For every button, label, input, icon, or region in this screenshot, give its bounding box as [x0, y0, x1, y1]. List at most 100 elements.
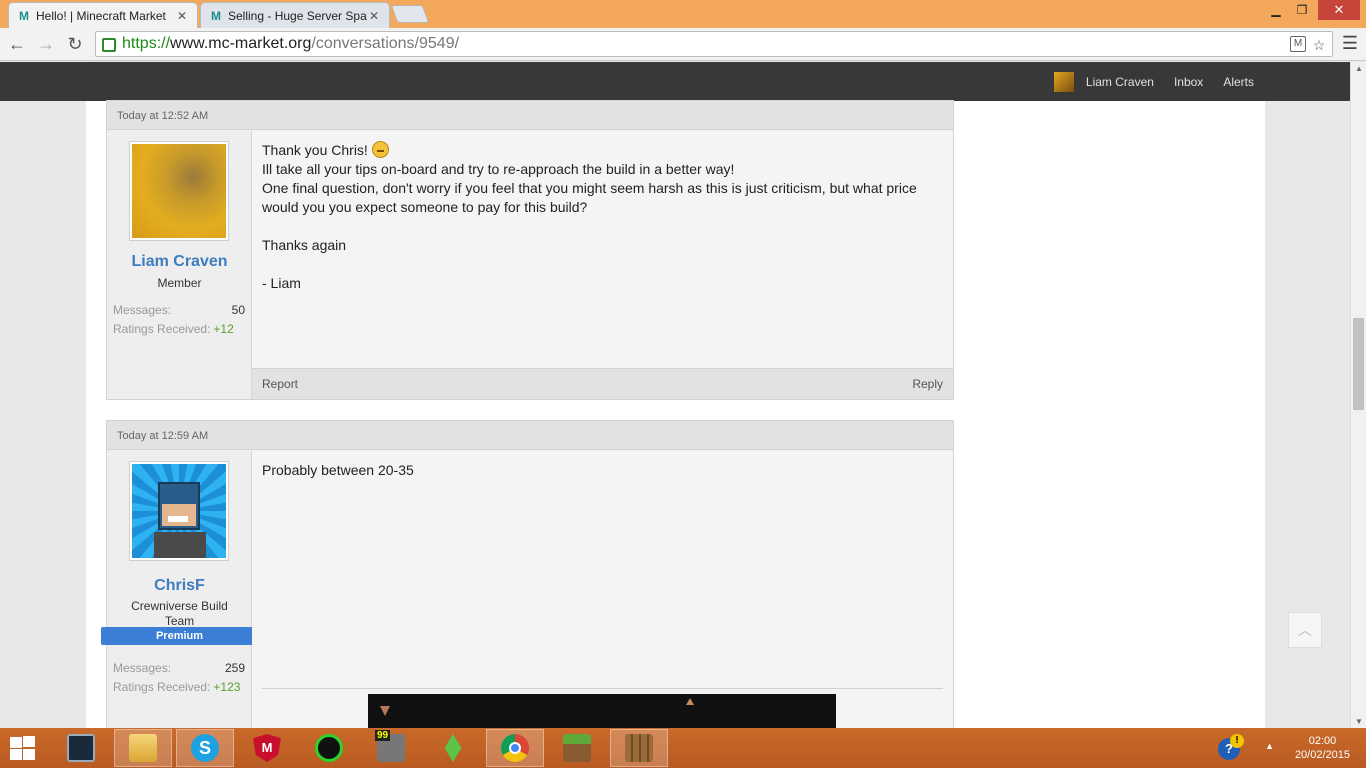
grass-block-icon [563, 734, 591, 762]
username-link[interactable]: ChrisF [107, 577, 252, 595]
stat-value: +12 [213, 322, 234, 336]
messages-stat: Messages: 50 [113, 303, 245, 317]
message-divider [262, 688, 943, 689]
page-scrollbar[interactable]: ▲ ▼ [1350, 62, 1366, 728]
avatar[interactable] [129, 461, 229, 561]
taskbar-crafting[interactable] [610, 729, 668, 767]
message-user-info: Liam Craven Member Messages: 50 Ratings … [107, 131, 252, 399]
user-mini-avatar[interactable] [1053, 71, 1074, 92]
tab-close-icon[interactable]: ✕ [367, 9, 381, 23]
windows-start-icon[interactable] [8, 736, 36, 760]
hamburger-menu-icon[interactable]: ☰ [1342, 33, 1358, 54]
tab-selling-server-spawn[interactable]: M Selling - Huge Server Spav ✕ [200, 2, 390, 28]
tab-title: Selling - Huge Server Spav [228, 8, 367, 23]
tab-title: Hello! | Minecraft Market [36, 8, 166, 23]
scroll-down-arrow-icon[interactable]: ▼ [1351, 717, 1366, 726]
taskbar-sims[interactable] [424, 729, 482, 767]
user-title: Crewniverse Build Team [131, 599, 228, 628]
help-warning-icon[interactable]: ? ! [1218, 734, 1246, 762]
url-path: /conversations/9549/ [311, 35, 460, 52]
system-clock[interactable]: 02:00 20/02/2015 [1295, 734, 1350, 762]
razer-icon [315, 734, 343, 762]
taskbar-monitor-app[interactable]: 99 [362, 729, 420, 767]
chrome-icon [501, 734, 529, 762]
clock-date: 20/02/2015 [1294, 749, 1350, 761]
stat-label: Messages: [113, 661, 172, 675]
message-body: Thank you Chris! Ill take all your tips … [252, 131, 953, 399]
message-line: Thanks again [262, 237, 347, 253]
back-arrow-icon[interactable]: ← [5, 32, 29, 56]
forward-arrow-icon[interactable]: → [34, 32, 58, 56]
stat-value: 259 [224, 661, 245, 675]
clock-time: 02:00 [1308, 735, 1337, 747]
message-user-info: ChrisF Crewniverse Build Team Premium Me… [101, 451, 258, 739]
username-link[interactable]: Liam Craven [107, 253, 252, 271]
browser-toolbar: ← → ↻ https://www.mc-market.org/conversa… [0, 28, 1366, 61]
embedded-image[interactable] [368, 694, 836, 728]
taskbar-skype[interactable]: S [176, 729, 234, 767]
tab-minecraft-market[interactable]: M Hello! | Minecraft Market ✕ [8, 2, 198, 28]
taskbar-minecraft[interactable] [548, 729, 606, 767]
avatar[interactable] [129, 141, 229, 241]
folder-icon [129, 734, 157, 762]
message-post: Today at 12:59 AM ChrisF Crewniverse Bui… [101, 420, 954, 740]
tab-close-icon[interactable]: ✕ [175, 9, 189, 23]
scrollbar-thumb[interactable] [1353, 318, 1364, 410]
ratings-stat: Ratings Received: +12 [113, 322, 245, 336]
conversation-content: Today at 12:52 AM Liam Craven Member Mes… [86, 100, 1322, 740]
crafting-table-icon [625, 734, 653, 762]
stat-value: +123 [213, 680, 241, 694]
stat-label: Messages: [113, 303, 172, 317]
monitor-icon: 99 [375, 730, 405, 762]
message-line: Thank you Chris! [262, 142, 368, 158]
taskbar-razer[interactable] [300, 729, 358, 767]
scroll-to-top-button[interactable]: ︿ [1288, 612, 1322, 648]
taskbar-mcafee[interactable]: M [238, 729, 296, 767]
message-line: - Liam [262, 275, 301, 291]
mc-market-favicon-icon: M [19, 8, 29, 23]
taskbar-file-explorer[interactable] [114, 729, 172, 767]
minimize-icon[interactable]: ▁ [1262, 0, 1290, 20]
message-body: Probably between 20-35 [252, 451, 953, 739]
stat-value: 50 [231, 303, 245, 317]
message-post: Today at 12:52 AM Liam Craven Member Mes… [106, 100, 954, 400]
site-navbar: Liam Craven Inbox Alerts [0, 62, 1366, 101]
message-timestamp: Today at 12:52 AM [107, 101, 953, 130]
shield-icon: M [253, 734, 281, 762]
url-host: www.mc-market.org [170, 35, 312, 52]
browser-tabstrip: M Hello! | Minecraft Market ✕ M Selling … [0, 0, 1366, 28]
counter-badge: 99 [375, 730, 391, 741]
mc-market-favicon-icon: M [211, 8, 221, 23]
ratings-stat: Ratings Received: +123 [113, 680, 245, 694]
stat-label: Ratings Received: [113, 322, 211, 336]
address-bar[interactable]: https://www.mc-market.org/conversations/… [95, 31, 1333, 57]
star-icon[interactable]: ☆ [1310, 36, 1328, 54]
plumbob-icon [444, 734, 462, 762]
extension-shield-icon[interactable]: M [1290, 36, 1306, 52]
smiley-icon [371, 141, 389, 158]
message-footer: Report Reply [252, 368, 953, 399]
nav-alerts-link[interactable]: Alerts [1223, 75, 1254, 89]
report-link[interactable]: Report [262, 377, 298, 391]
skype-icon: S [191, 734, 219, 762]
url-scheme: https:// [122, 35, 171, 52]
new-tab-button[interactable] [390, 5, 430, 23]
reload-icon[interactable]: ↻ [63, 32, 87, 56]
lock-icon [102, 38, 116, 52]
window-close-button[interactable]: ✕ [1318, 0, 1360, 20]
nav-user-link[interactable]: Liam Craven [1086, 75, 1154, 89]
messages-stat: Messages: 259 [113, 661, 245, 675]
premium-badge: Premium [101, 627, 258, 645]
scroll-up-arrow-icon[interactable]: ▲ [1351, 64, 1366, 73]
taskbar-chrome[interactable] [486, 729, 544, 767]
windows-taskbar: S M 99 ? ! ▲ 02:00 20/02/2015 [0, 728, 1366, 768]
tray-expand-icon[interactable]: ▲ [1265, 741, 1274, 751]
message-timestamp: Today at 12:59 AM [107, 421, 953, 450]
message-line: One final question, don't worry if you f… [262, 180, 917, 215]
taskbar-video-app[interactable] [52, 729, 110, 767]
message-line: Ill take all your tips on-board and try … [262, 161, 735, 177]
restore-icon[interactable]: ❐ [1288, 0, 1316, 20]
reply-link[interactable]: Reply [912, 377, 943, 391]
message-line: Probably between 20-35 [262, 462, 414, 478]
nav-inbox-link[interactable]: Inbox [1174, 75, 1203, 89]
